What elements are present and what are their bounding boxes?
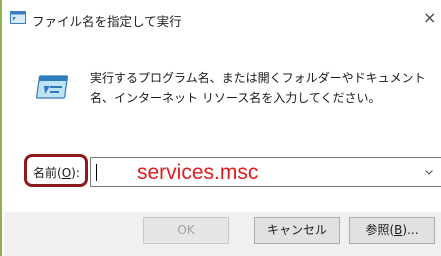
title-bar: ファイル名を指定して実行 ×	[2, 0, 441, 36]
program-name-value: services.msc	[137, 161, 259, 184]
text-caret	[96, 164, 97, 181]
chevron-down-icon[interactable]	[424, 167, 434, 177]
ok-button[interactable]: OK	[143, 217, 229, 244]
run-program-icon	[36, 75, 69, 99]
program-name-combobox[interactable]: services.msc	[90, 157, 441, 187]
run-dialog-icon	[10, 11, 26, 24]
browse-button[interactable]: 参照(B)...	[349, 217, 435, 244]
instruction-text: 実行するプログラム名、または開くフォルダーやドキュメント名、インターネット リソ…	[90, 71, 426, 105]
window-title: ファイル名を指定して実行	[32, 14, 182, 29]
cancel-button[interactable]: キャンセル	[254, 217, 340, 244]
run-dialog: ファイル名を指定して実行 × 実行するプログラム名、または開くフォルダーやドキュ…	[0, 0, 441, 256]
close-button[interactable]: ×	[423, 6, 441, 30]
name-label: 名前(O):	[33, 166, 80, 180]
